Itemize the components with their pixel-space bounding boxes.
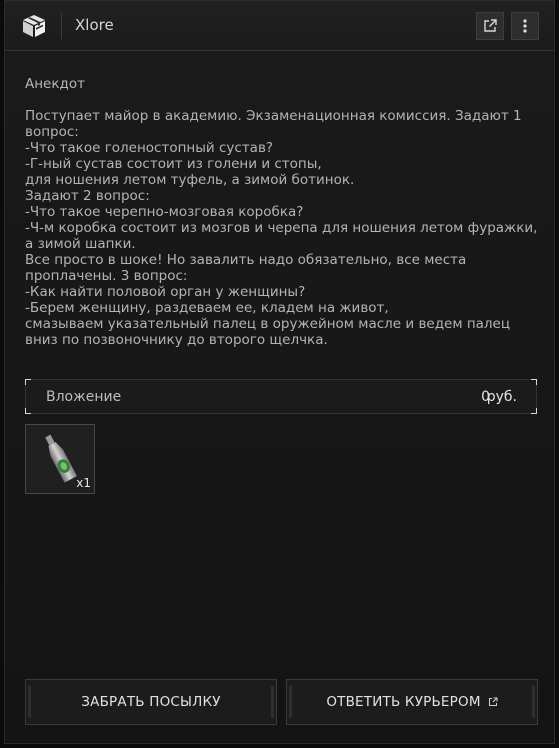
message-line: -Как найти половой орган у женщины? [25,284,306,300]
attachment-item-slot[interactable]: x1 [25,424,95,494]
message-line: смазываем указательный палец в оружейном… [25,316,511,332]
message-line: Поступает майор в академию. Экзаменацион… [25,108,522,124]
vertical-dots-icon [523,19,527,33]
open-external-button[interactable] [476,12,504,40]
message-line: -Г-ный сустав состоит из голени и стопы, [25,156,322,172]
message-content: Анекдот Поступает майор в академию. Экза… [5,51,554,743]
title-bar: Xlore [5,1,554,51]
collect-package-label: ЗАБРАТЬ ПОСЫЛКУ [81,694,221,710]
message-line: для ношения летом туфель, а зимой ботино… [25,172,355,188]
package-box-icon [23,15,45,37]
button-side-accent [271,686,274,718]
message-line: -Что такое черепно-мозговая коробка? [25,204,304,220]
button-side-accent [532,686,535,718]
corner-mark [25,408,31,414]
collect-package-button[interactable]: ЗАБРАТЬ ПОСЫЛКУ [25,679,277,725]
external-link-icon [484,19,497,32]
attachment-label: Вложение [46,389,122,405]
message-line: вопрос: [25,124,79,140]
message-line: а зимой шапки. [25,236,136,252]
corner-mark [531,408,537,414]
message-line: вниз по позвоночнику до второго щелчка. [25,332,328,348]
corner-mark [531,379,537,385]
message-line: проплачены. 3 вопрос: [25,268,188,284]
message-line: -Что такое голеностопный сустав? [25,140,274,156]
window-title: Xlore [75,16,114,34]
reply-courier-button[interactable]: ОТВЕТИТЬ КУРЬЕРОМ [286,679,538,725]
button-side-accent [289,686,292,718]
more-menu-button[interactable] [511,12,539,40]
external-link-icon [488,697,498,706]
reply-courier-label: ОТВЕТИТЬ КУРЬЕРОМ [326,694,481,710]
message-subject: Анекдот [25,76,85,92]
attachment-currency: руб. [486,389,517,405]
button-side-accent [28,686,31,718]
message-line: Все просто в шоке! Но завалить надо обяз… [25,252,467,268]
title-separator [61,13,62,39]
message-line: -Берем женщину, раздеваем ее, кладем на … [25,300,389,316]
mail-window: Xlore Анекдот Поступает майор в академию… [4,0,555,744]
item-count: x1 [76,476,91,490]
message-line: -Ч-м коробка состоит из мозгов и черепа … [25,220,538,236]
corner-mark [25,379,31,385]
attachment-bar: Вложение 0 руб. [25,379,537,414]
message-body: Поступает майор в академию. Экзаменацион… [25,108,538,348]
message-line: Задают 2 вопрос: [25,188,150,204]
